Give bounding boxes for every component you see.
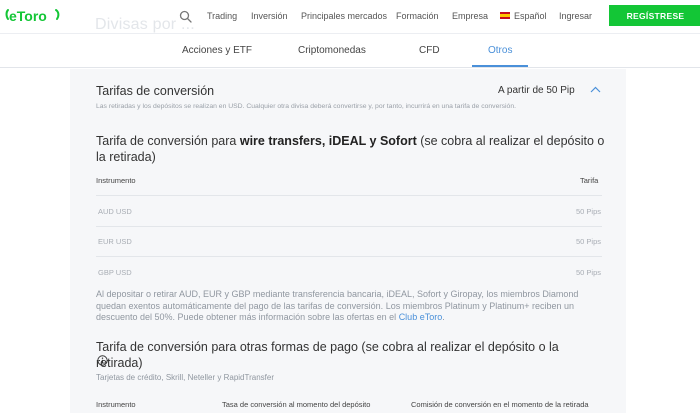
language-selector[interactable]: Español (514, 11, 547, 21)
tab-cfd[interactable]: CFD (419, 45, 440, 56)
table-row-fee: 50 Pips (575, 237, 601, 246)
nav-link-formacion[interactable]: Formación (396, 11, 439, 21)
col-header-instrument: Instrumento (96, 176, 136, 185)
table-row-fee: 50 Pips (575, 207, 601, 216)
table-row-instrument: GBP USD (98, 268, 132, 277)
nav-link-principales-mercados[interactable]: Principales mercados (301, 11, 387, 21)
tab-criptomonedas[interactable]: Criptomonedas (298, 45, 366, 56)
table-divider (96, 195, 602, 196)
section1-title: Tarifa de conversión para wire transfers… (96, 134, 605, 164)
conversion-note: Las retiradas y los depósitos se realiza… (96, 103, 516, 110)
table-divider (96, 226, 602, 227)
login-link[interactable]: Ingresar (559, 11, 592, 21)
col-header-instrument: Instrumento (96, 400, 136, 409)
section2-title: Tarifa de conversión para otras formas d… (96, 340, 559, 370)
club-discount-paragraph: Al depositar o retirar AUD, EUR y GBP me… (96, 289, 579, 322)
svg-text:eToro: eToro (9, 8, 47, 24)
etoro-logo[interactable]: eToro (5, 6, 61, 26)
col-header-fee: Tarifa (580, 176, 599, 185)
register-button[interactable]: REGÍSTRESE (609, 5, 700, 26)
table-row-fee: 50 Pips (575, 268, 601, 277)
payment-methods-note: Tarjetas de crédito, Skrill, Neteller y … (96, 373, 274, 382)
col-header-withdrawal-commission: Comisión de conversión en el momento de … (411, 400, 589, 409)
conversion-fees-title[interactable]: Tarifas de conversión (96, 84, 214, 98)
search-icon[interactable] (179, 10, 192, 23)
tab-acciones-etf[interactable]: Acciones y ETF (182, 45, 252, 56)
spain-flag-icon (500, 12, 510, 19)
table-divider (96, 256, 602, 257)
nav-link-trading[interactable]: Trading (207, 11, 237, 21)
club-etoro-link[interactable]: Club eToro (399, 312, 443, 322)
table-row-instrument: AUD USD (98, 207, 132, 216)
conversion-fees-value: A partir de 50 Pip (498, 85, 575, 96)
nav-link-inversion[interactable]: Inversión (251, 11, 288, 21)
col-header-deposit-rate: Tasa de conversión al momento del depósi… (222, 400, 371, 409)
info-icon[interactable] (97, 355, 108, 366)
nav-link-empresa[interactable]: Empresa (452, 11, 488, 21)
table-row-instrument: EUR USD (98, 237, 132, 246)
chevron-up-icon[interactable] (590, 86, 601, 93)
tab-otros[interactable]: Otros (488, 45, 512, 56)
active-tab-indicator (472, 65, 528, 67)
